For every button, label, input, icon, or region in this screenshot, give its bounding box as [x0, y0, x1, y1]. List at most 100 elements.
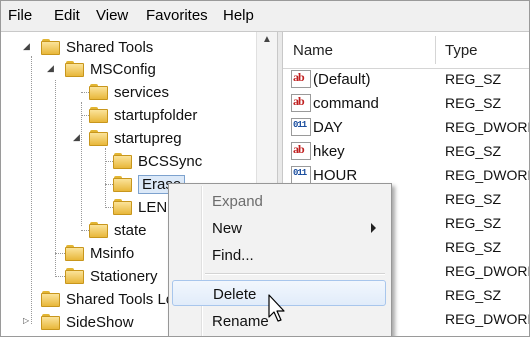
tree-item-label: startupfolder: [114, 106, 198, 124]
tree-guide-line: [81, 115, 89, 116]
menu-edit[interactable]: Edit: [54, 7, 80, 24]
folder-icon: [65, 61, 84, 77]
tree-guide-line: [81, 102, 82, 226]
tree-item-sideshow[interactable]: SideShow: [41, 311, 134, 333]
tree-item-label: Shared Tools Lo: [66, 290, 175, 308]
tree-guide-line: [55, 80, 56, 275]
tree-item-label: startupreg: [114, 129, 182, 147]
folder-icon: [89, 222, 108, 238]
value-row[interactable]: 011 DAY REG_DWORD: [283, 116, 529, 140]
tree-item-msinfo[interactable]: Msinfo: [65, 242, 134, 264]
value-type: REG_SZ: [445, 95, 502, 111]
tree-item-shared-tools[interactable]: Shared Tools: [41, 36, 153, 58]
value-type: REG_SZ: [445, 239, 502, 255]
value-type: REG_DWORD: [445, 119, 529, 135]
tree-item-services[interactable]: services: [89, 81, 169, 103]
value-name: HOUR: [313, 167, 358, 184]
menu-item-label: Rename: [212, 313, 269, 330]
tree-item-stationery[interactable]: Stationery: [65, 265, 158, 287]
folder-icon: [41, 39, 60, 55]
tree-item-label: services: [114, 83, 170, 101]
folder-icon: [41, 291, 60, 307]
tree-item-state[interactable]: state: [89, 219, 147, 241]
value-type: REG_SZ: [445, 215, 502, 231]
string-value-icon: ab: [291, 70, 311, 88]
menu-view[interactable]: View: [96, 7, 128, 24]
tree-item-msconfig[interactable]: MSConfig: [65, 58, 156, 80]
tree-item-label: BCSSync: [138, 152, 203, 170]
tree-item-label: Msinfo: [90, 244, 135, 262]
menu-file[interactable]: File: [8, 7, 32, 24]
tree-guide-line: [105, 148, 106, 208]
expand-arrow-icon[interactable]: ▷: [23, 316, 29, 325]
value-type: REG_DWORD: [445, 167, 529, 183]
value-name: command: [313, 95, 379, 112]
value-type: REG_SZ: [445, 143, 502, 159]
menu-bar: File Edit View Favorites Help: [1, 1, 529, 32]
tree-item-label: state: [114, 221, 147, 239]
tree-item-len[interactable]: LEN: [113, 196, 167, 218]
folder-icon: [65, 245, 84, 261]
value-type: REG_SZ: [445, 71, 502, 87]
tree-item-shared-tools-location[interactable]: Shared Tools Lo: [41, 288, 174, 310]
menu-help[interactable]: Help: [223, 7, 254, 24]
tree-item-label: Shared Tools: [66, 38, 154, 56]
menu-item-label: New: [212, 220, 243, 237]
tree-guide-line: [105, 207, 113, 208]
tree-item-label: LEN: [138, 198, 168, 216]
string-value-icon: ab: [291, 142, 311, 160]
column-divider[interactable]: [435, 36, 436, 64]
value-type: REG_SZ: [445, 191, 502, 207]
value-row[interactable]: ab hkey REG_SZ: [283, 140, 529, 164]
tree-item-startupfolder[interactable]: startupfolder: [89, 104, 197, 126]
column-header-name[interactable]: Name: [293, 42, 333, 59]
collapse-arrow-icon[interactable]: ◢: [47, 63, 54, 74]
menu-item-expand: Expand: [172, 188, 386, 214]
value-row[interactable]: ab command REG_SZ: [283, 92, 529, 116]
list-header: Name Type: [283, 32, 529, 69]
menu-item-label: Expand: [212, 193, 263, 210]
folder-icon: [89, 107, 108, 123]
value-type: REG_DWORD: [445, 311, 529, 327]
folder-icon: [41, 314, 60, 330]
value-name: hkey: [313, 143, 345, 160]
tree-item-bcssync[interactable]: BCSSync: [113, 150, 202, 172]
menu-item-label: Find...: [212, 247, 254, 264]
tree-guide-line: [81, 92, 89, 93]
menu-item-label: Delete: [213, 286, 257, 303]
scroll-up-arrow-icon[interactable]: ▲: [257, 34, 277, 52]
submenu-arrow-icon: [371, 223, 376, 233]
value-name: DAY: [313, 119, 343, 136]
tree-guide-line: [81, 230, 89, 231]
folder-icon: [89, 130, 108, 146]
binary-value-icon: 011: [291, 166, 311, 184]
tree-item-label: MSConfig: [90, 60, 156, 78]
tree-guide-line: [105, 161, 113, 162]
tree-guide-line: [31, 56, 32, 324]
tree-item-startupreg[interactable]: startupreg: [89, 127, 182, 149]
menu-item-new[interactable]: New: [172, 215, 386, 241]
menu-separator: [205, 273, 385, 275]
registry-editor-window: File Edit View Favorites Help ◢ Shared T…: [0, 0, 530, 337]
value-name: (Default): [313, 71, 371, 88]
string-value-icon: ab: [291, 94, 311, 112]
mouse-pointer-icon: [268, 294, 285, 322]
value-type: REG_DWORD: [445, 263, 529, 279]
folder-icon: [113, 176, 132, 192]
tree-guide-line: [55, 253, 65, 254]
menu-item-find[interactable]: Find...: [172, 242, 386, 268]
tree-guide-line: [105, 184, 113, 185]
tree-item-label: SideShow: [66, 313, 134, 331]
binary-value-icon: 011: [291, 118, 311, 136]
collapse-arrow-icon[interactable]: ◢: [73, 132, 80, 143]
folder-icon: [113, 199, 132, 215]
tree-guide-line: [55, 276, 65, 277]
folder-icon: [89, 84, 108, 100]
menu-favorites[interactable]: Favorites: [146, 7, 208, 24]
tree-item-label: Stationery: [90, 267, 158, 285]
value-row[interactable]: ab (Default) REG_SZ: [283, 68, 529, 92]
value-type: REG_SZ: [445, 287, 502, 303]
collapse-arrow-icon[interactable]: ◢: [23, 41, 30, 52]
column-header-type[interactable]: Type: [445, 42, 478, 59]
folder-icon: [113, 153, 132, 169]
